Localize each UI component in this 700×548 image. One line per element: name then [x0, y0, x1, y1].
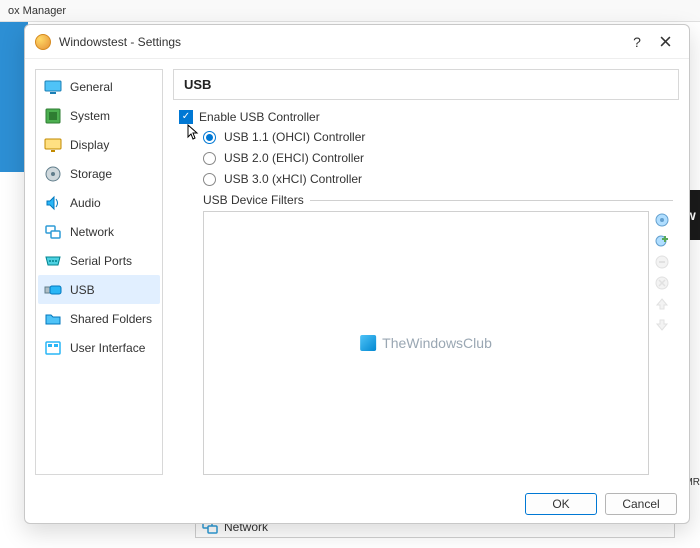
edit-filter-button: [653, 253, 671, 271]
ui-icon: [44, 339, 62, 357]
help-button[interactable]: ?: [623, 28, 651, 56]
sidebar-item-storage[interactable]: Storage: [38, 159, 160, 188]
sidebar-item-serialports[interactable]: Serial Ports: [38, 246, 160, 275]
watermark: TheWindowsClub: [360, 335, 492, 351]
general-icon: [44, 78, 62, 96]
background-titlebar: ox Manager: [0, 0, 700, 22]
move-filter-down-button: [653, 316, 671, 334]
sidebar-item-system[interactable]: System: [38, 101, 160, 130]
sidebar-label: Network: [70, 225, 114, 239]
panel-title: USB: [173, 69, 679, 100]
sidebar-item-general[interactable]: General: [38, 72, 160, 101]
content-panel: USB Enable USB Controller USB 1.1 (OHCI)…: [173, 69, 679, 475]
usb-controller-radio-group: USB 1.1 (OHCI) Controller USB 2.0 (EHCI)…: [203, 130, 673, 193]
sidebar-label: Serial Ports: [70, 254, 132, 268]
radio-label: USB 3.0 (xHCI) Controller: [224, 172, 362, 186]
add-filter-from-device-button[interactable]: [653, 232, 671, 250]
settings-dialog: Windowstest - Settings ? General System …: [24, 24, 690, 524]
sidebar-item-usb[interactable]: USB: [38, 275, 160, 304]
add-empty-filter-button[interactable]: [653, 211, 671, 229]
radio-input[interactable]: [203, 152, 216, 165]
dialog-footer: OK Cancel: [25, 485, 689, 523]
sidebar-label: Shared Folders: [70, 312, 152, 326]
sidebar-label: USB: [70, 283, 95, 297]
sidebar-item-audio[interactable]: Audio: [38, 188, 160, 217]
cancel-button[interactable]: Cancel: [605, 493, 677, 515]
folder-icon: [44, 310, 62, 328]
sidebar-item-display[interactable]: Display: [38, 130, 160, 159]
app-icon: [35, 34, 51, 50]
window-title: Windowstest - Settings: [59, 35, 623, 49]
mouse-cursor-icon: [187, 124, 201, 142]
divider: [310, 200, 673, 201]
radio-usb11[interactable]: USB 1.1 (OHCI) Controller: [203, 130, 673, 144]
sidebar-item-sharedfolders[interactable]: Shared Folders: [38, 304, 160, 333]
audio-icon: [44, 194, 62, 212]
ok-button[interactable]: OK: [525, 493, 597, 515]
enable-usb-checkbox[interactable]: [179, 110, 193, 124]
usb-icon: [44, 281, 62, 299]
remove-filter-button: [653, 274, 671, 292]
filters-header: USB Device Filters: [203, 193, 673, 207]
filter-side-buttons: [653, 211, 673, 475]
sidebar-item-network[interactable]: Network: [38, 217, 160, 246]
move-filter-up-button: [653, 295, 671, 313]
sidebar-label: Display: [70, 138, 109, 152]
system-icon: [44, 107, 62, 125]
sidebar-item-userinterface[interactable]: User Interface: [38, 333, 160, 362]
enable-usb-label: Enable USB Controller: [199, 110, 320, 124]
sidebar-label: System: [70, 109, 110, 123]
filters-label: USB Device Filters: [203, 193, 304, 207]
usb-filters-listbox[interactable]: TheWindowsClub: [203, 211, 649, 475]
titlebar: Windowstest - Settings ?: [25, 25, 689, 59]
sidebar-label: Audio: [70, 196, 101, 210]
enable-usb-row: Enable USB Controller: [179, 110, 673, 124]
watermark-text: TheWindowsClub: [382, 335, 492, 351]
serialport-icon: [44, 252, 62, 270]
radio-usb20[interactable]: USB 2.0 (EHCI) Controller: [203, 151, 673, 165]
radio-input[interactable]: [203, 131, 216, 144]
radio-label: USB 2.0 (EHCI) Controller: [224, 151, 364, 165]
sidebar-label: General: [70, 80, 113, 94]
radio-label: USB 1.1 (OHCI) Controller: [224, 130, 365, 144]
storage-icon: [44, 165, 62, 183]
display-icon: [44, 136, 62, 154]
sidebar-label: Storage: [70, 167, 112, 181]
close-button[interactable]: [651, 28, 679, 56]
background-title-text: ox Manager: [8, 5, 66, 17]
network-icon: [44, 223, 62, 241]
watermark-icon: [360, 335, 376, 351]
settings-sidebar: General System Display Storage Audio Net…: [35, 69, 163, 475]
radio-input[interactable]: [203, 173, 216, 186]
close-icon: [660, 36, 671, 47]
radio-usb30[interactable]: USB 3.0 (xHCI) Controller: [203, 172, 673, 186]
sidebar-label: User Interface: [70, 341, 145, 355]
